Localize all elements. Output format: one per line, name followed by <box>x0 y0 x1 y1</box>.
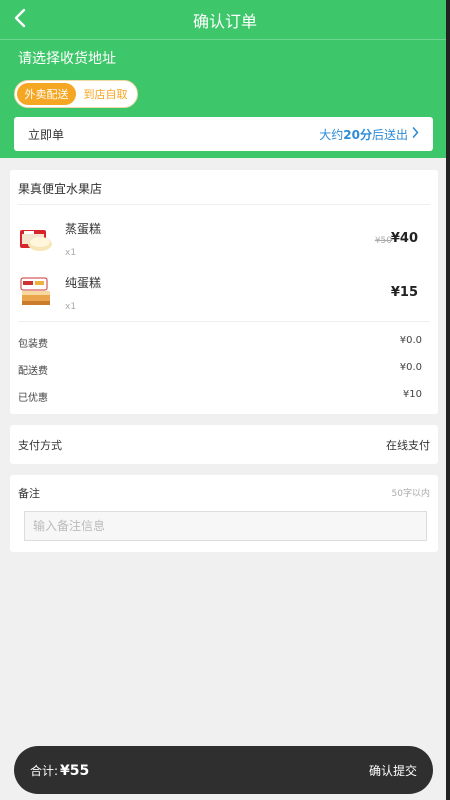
note-card: 备注 50字以内 <box>10 475 438 552</box>
total-value: ¥55 <box>60 762 90 779</box>
product-image-plain-cake <box>18 274 54 310</box>
item-quantity: x1 <box>65 302 77 312</box>
order-total: 合计: ¥55 <box>30 762 89 779</box>
delivery-time-row[interactable]: 立即单 大约 20分 后送出 <box>14 117 433 151</box>
fee-label: 配送费 <box>18 366 48 377</box>
item-price: ¥40 <box>390 231 418 246</box>
note-input[interactable] <box>24 511 427 541</box>
delivery-eta: 大约 20分 后送出 <box>319 126 419 143</box>
payment-label: 支付方式 <box>18 438 62 452</box>
chevron-left-icon <box>13 8 27 32</box>
choose-address-link[interactable]: 请选择收货地址 <box>18 48 116 68</box>
screen-edge <box>446 0 450 800</box>
eta-minutes: 20分 <box>343 127 372 142</box>
divider <box>18 321 430 322</box>
order-item: 蒸蛋糕 x1 ¥50 ¥40 <box>10 216 438 266</box>
chevron-right-icon <box>408 127 419 141</box>
checkout-bar: 合计: ¥55 确认提交 <box>14 746 433 794</box>
submit-order-button[interactable]: 确认提交 <box>369 762 417 779</box>
total-label: 合计: <box>30 763 59 778</box>
item-price: ¥15 <box>390 285 418 300</box>
fee-label: 已优惠 <box>18 393 48 404</box>
fee-row-discount: 已优惠 ¥10 <box>10 387 438 404</box>
order-item: 纯蛋糕 x1 ¥15 <box>10 270 438 320</box>
item-original-price: ¥50 <box>374 236 392 246</box>
payment-value: 在线支付 <box>386 438 430 452</box>
order-card: 果真便宜水果店 蒸蛋糕 x1 ¥50 ¥40 纯蛋糕 x1 ¥15 包装费 ¥0… <box>10 170 438 414</box>
page-title: 确认订单 <box>192 11 257 31</box>
fee-value: ¥10 <box>402 389 422 400</box>
item-name: 蒸蛋糕 <box>65 222 102 236</box>
fee-value: ¥0.0 <box>399 362 422 373</box>
delivery-time-label: 立即单 <box>28 127 65 142</box>
divider <box>18 204 430 205</box>
store-name: 果真便宜水果店 <box>18 182 103 196</box>
note-label: 备注 <box>18 487 40 500</box>
eta-prefix: 大约 <box>319 127 344 142</box>
delivery-mode-toggle: 外卖配送 到店自取 <box>14 80 138 108</box>
delivery-option-pickup[interactable]: 到店自取 <box>76 83 135 105</box>
fee-label: 包装费 <box>18 339 48 350</box>
fee-row-delivery: 配送费 ¥0.0 <box>10 360 438 377</box>
payment-method-row[interactable]: 支付方式 在线支付 <box>10 425 438 464</box>
delivery-option-takeout[interactable]: 外卖配送 <box>17 83 76 105</box>
fee-row-packaging: 包装费 ¥0.0 <box>10 333 438 350</box>
item-name: 纯蛋糕 <box>65 276 102 290</box>
item-quantity: x1 <box>65 248 77 258</box>
note-limit: 50字以内 <box>391 489 430 499</box>
nav-bar: 确认订单 <box>0 0 450 40</box>
eta-suffix: 后送出 <box>371 127 408 142</box>
fee-value: ¥0.0 <box>399 335 422 346</box>
back-button[interactable] <box>0 0 40 40</box>
product-image-steamed-cake <box>18 220 54 256</box>
